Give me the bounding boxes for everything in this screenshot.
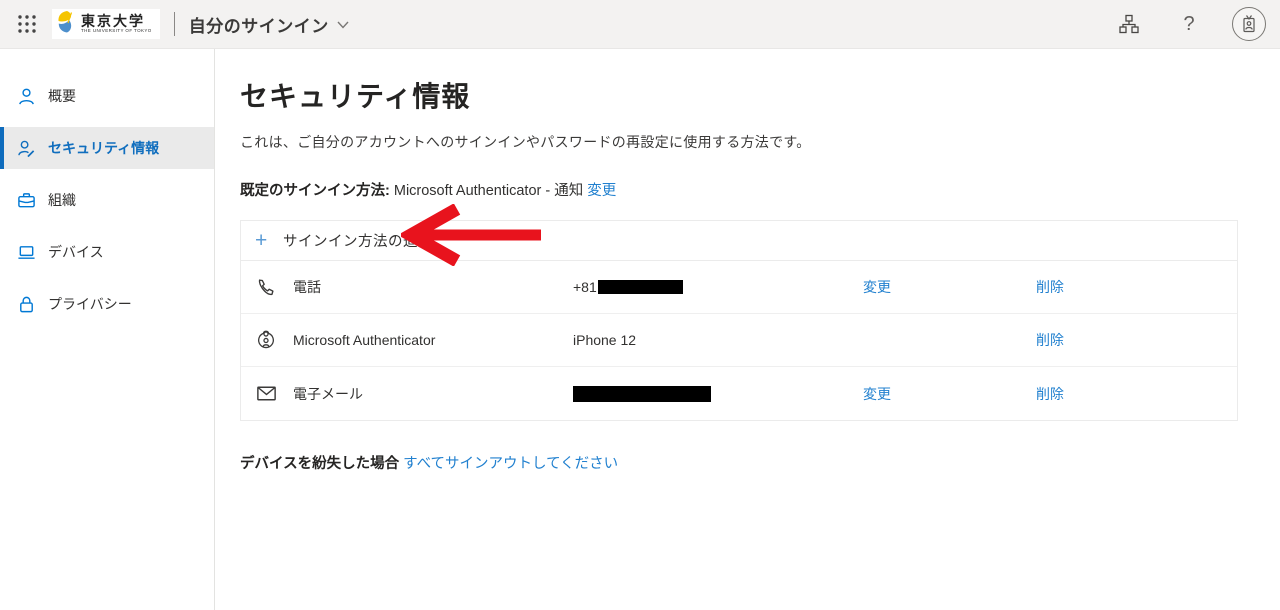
page-description: これは、ご自分のアカウントへのサインインやパスワードの再設定に使用する方法です。: [240, 132, 1240, 152]
lock-icon: [14, 295, 38, 314]
method-value: iPhone 12: [573, 332, 863, 348]
device-name: iPhone 12: [573, 332, 636, 348]
sidebar-item-privacy[interactable]: プライバシー: [0, 283, 214, 325]
briefcase-icon: [14, 191, 38, 210]
university-of-tokyo-logo[interactable]: 東京大学 THE UNIVERSITY OF TOKYO: [52, 9, 160, 39]
product-title: 自分のサインイン: [189, 12, 329, 37]
method-name: Microsoft Authenticator: [293, 332, 573, 348]
delete-authenticator-link[interactable]: 削除: [1036, 332, 1064, 348]
delete-email-link[interactable]: 削除: [1036, 386, 1064, 402]
topbar: 東京大学 THE UNIVERSITY OF TOKYO 自分のサインイン ?: [0, 0, 1280, 49]
sidebar-item-label: セキュリティ情報: [48, 138, 159, 158]
change-default-method-link[interactable]: 変更: [587, 183, 616, 199]
sidebar-item-overview[interactable]: 概要: [0, 75, 214, 117]
sidebar-item-label: プライバシー: [48, 294, 132, 314]
method-value: +81: [573, 279, 863, 295]
default-method-label: 既定のサインイン方法:: [240, 183, 390, 199]
sidebar-item-label: 組織: [48, 190, 76, 210]
app-launcher-waffle-icon[interactable]: [10, 7, 44, 41]
sidebar-item-devices[interactable]: デバイス: [0, 231, 214, 273]
add-signin-method-button[interactable]: + サインイン方法の追加: [241, 221, 1237, 261]
envelope-icon: [255, 382, 293, 405]
account-avatar[interactable]: [1232, 7, 1266, 41]
lost-device-label: デバイスを紛失した場合: [240, 456, 399, 472]
default-method-value: Microsoft Authenticator - 通知: [394, 183, 583, 199]
redaction-bar: [573, 386, 711, 402]
method-value: [573, 386, 863, 402]
sidebar-nav: 概要 セキュリティ情報 組織: [0, 49, 215, 610]
sidebar-item-organizations[interactable]: 組織: [0, 179, 214, 221]
add-method-label: サインイン方法の追加: [283, 230, 433, 251]
change-phone-link[interactable]: 変更: [863, 279, 891, 295]
person-icon: [14, 87, 38, 106]
phone-prefix: +81: [573, 279, 597, 295]
table-row-phone: 電話 +81 変更 削除: [241, 261, 1237, 314]
help-glyph: ?: [1183, 13, 1194, 36]
security-info-page: セキュリティ情報 これは、ご自分のアカウントへのサインインやパスワードの再設定に…: [215, 49, 1280, 610]
lost-device-line: デバイスを紛失した場合 すべてサインアウトしてください: [240, 452, 1240, 473]
delete-phone-link[interactable]: 削除: [1036, 279, 1064, 295]
default-signin-method-line: 既定のサインイン方法: Microsoft Authenticator - 通知…: [240, 179, 1240, 200]
redaction-bar: [598, 280, 683, 294]
ginkgo-leaf-icon: [56, 10, 78, 39]
chevron-down-icon[interactable]: [337, 17, 349, 32]
logo-text-en: THE UNIVERSITY OF TOKYO: [81, 29, 152, 34]
organization-switcher-icon[interactable]: [1112, 7, 1146, 41]
sidebar-item-security-info[interactable]: セキュリティ情報: [0, 127, 214, 169]
signin-methods-table: + サインイン方法の追加 電話 +81 変更 削除: [240, 220, 1238, 421]
method-name: 電話: [293, 277, 573, 297]
help-icon[interactable]: ?: [1172, 7, 1206, 41]
authenticator-icon: [255, 329, 293, 351]
laptop-icon: [14, 243, 38, 262]
phone-icon: [255, 276, 293, 298]
logo-text-jp: 東京大学: [81, 14, 152, 28]
sidebar-item-label: 概要: [48, 86, 76, 106]
sidebar-item-label: デバイス: [48, 242, 104, 262]
method-name: 電子メール: [293, 384, 573, 404]
id-badge-icon: [1239, 14, 1259, 34]
person-edit-icon: [14, 139, 38, 158]
change-email-link[interactable]: 変更: [863, 386, 891, 402]
page-title: セキュリティ情報: [240, 75, 1240, 115]
table-row-authenticator: Microsoft Authenticator iPhone 12 削除: [241, 314, 1237, 367]
sign-out-everywhere-link[interactable]: すべてサインアウトしてください: [403, 456, 618, 472]
plus-icon: +: [255, 230, 277, 251]
topbar-divider: [174, 12, 175, 36]
table-row-email: 電子メール 変更 削除: [241, 367, 1237, 420]
